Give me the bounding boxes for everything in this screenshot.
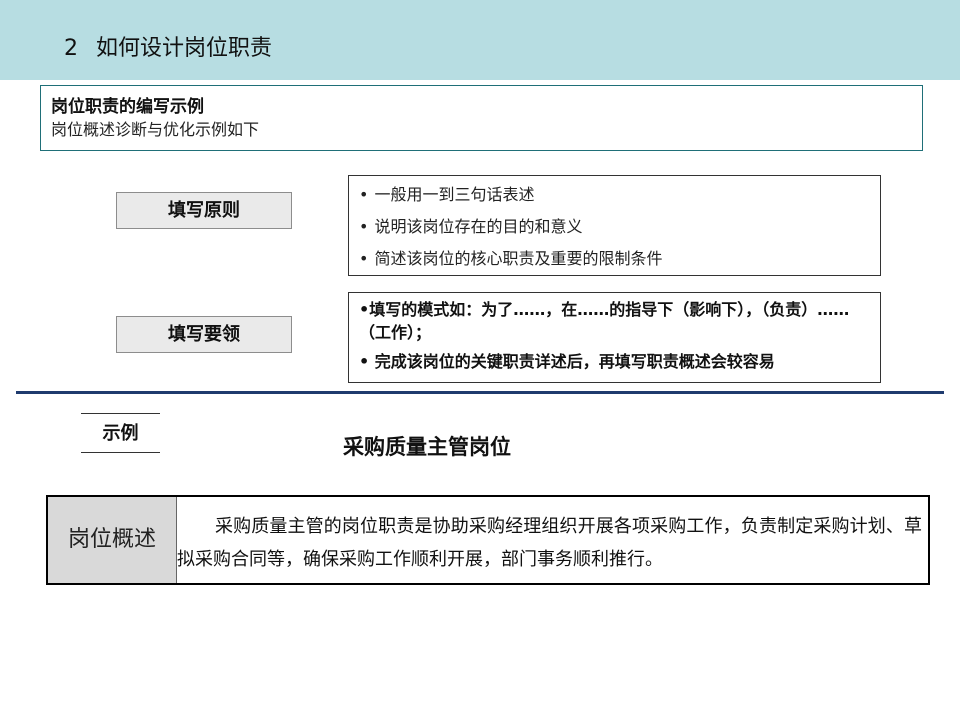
tip-text: • 完成该岗位的关键职责详述后，再填写职责概述会较容易 [359, 352, 775, 371]
rule-text: 简述该岗位的核心职责及重要的限制条件 [374, 249, 663, 268]
position-title: 采购质量主管岗位 [343, 435, 511, 459]
section-title: 如何设计岗位职责 [96, 36, 273, 61]
rule-text: 一般用一到三句话表述 [374, 185, 535, 204]
rule-text: 说明该岗位存在的目的和意义 [374, 217, 583, 236]
section-divider [16, 391, 944, 394]
bullet-icon: • [359, 217, 369, 236]
sample-rule-top [81, 413, 160, 414]
rules-list: • 一般用一到三句话表述 • 说明该岗位存在的目的和意义 • 简述该岗位的核心职责及重… [349, 176, 880, 275]
list-item: • 一般用一到三句话表述 [359, 179, 880, 211]
list-item: • 简述该岗位的核心职责及重要的限制条件 [359, 243, 880, 275]
rules-box: • 一般用一到三句话表述 • 说明该岗位存在的目的和意义 • 简述该岗位的核心职责及重… [348, 175, 881, 276]
summary-text-cell: 采购质量主管的岗位职责是协助采购经理组织开展各项采购工作，负责制定采购计划、草拟… [177, 516, 922, 570]
section-number: 2 [64, 36, 78, 61]
page-title: 2 如何设计岗位职责 [64, 34, 272, 64]
sample-rule-bottom [81, 452, 160, 453]
example-intro-box: 岗位职责的编写示例 岗位概述诊断与优化示例如下 [40, 85, 923, 151]
bullet-icon: • [359, 185, 369, 204]
position-summary-table: 岗位概述 采购质量主管的岗位职责是协助采购经理组织开展各项采购工作，负责制定采购… [46, 495, 930, 585]
tips-label: 填写要领 [116, 316, 292, 353]
summary-label-cell: 岗位概述 [48, 497, 177, 583]
list-item: • 说明该岗位存在的目的和意义 [359, 211, 880, 243]
rules-label: 填写原则 [116, 192, 292, 229]
tips-box: •填写的模式如：为了……，在……的指导下（影响下），（负责）……（工作）； • … [348, 292, 881, 383]
sample-label: 示例 [102, 423, 139, 444]
bullet-icon: • [359, 249, 369, 268]
example-subtitle: 岗位概述诊断与优化示例如下 [51, 120, 260, 139]
example-title: 岗位职责的编写示例 [51, 97, 204, 117]
tip-text: •填写的模式如：为了……，在……的指导下（影响下），（负责）……（工作）； [359, 300, 850, 342]
